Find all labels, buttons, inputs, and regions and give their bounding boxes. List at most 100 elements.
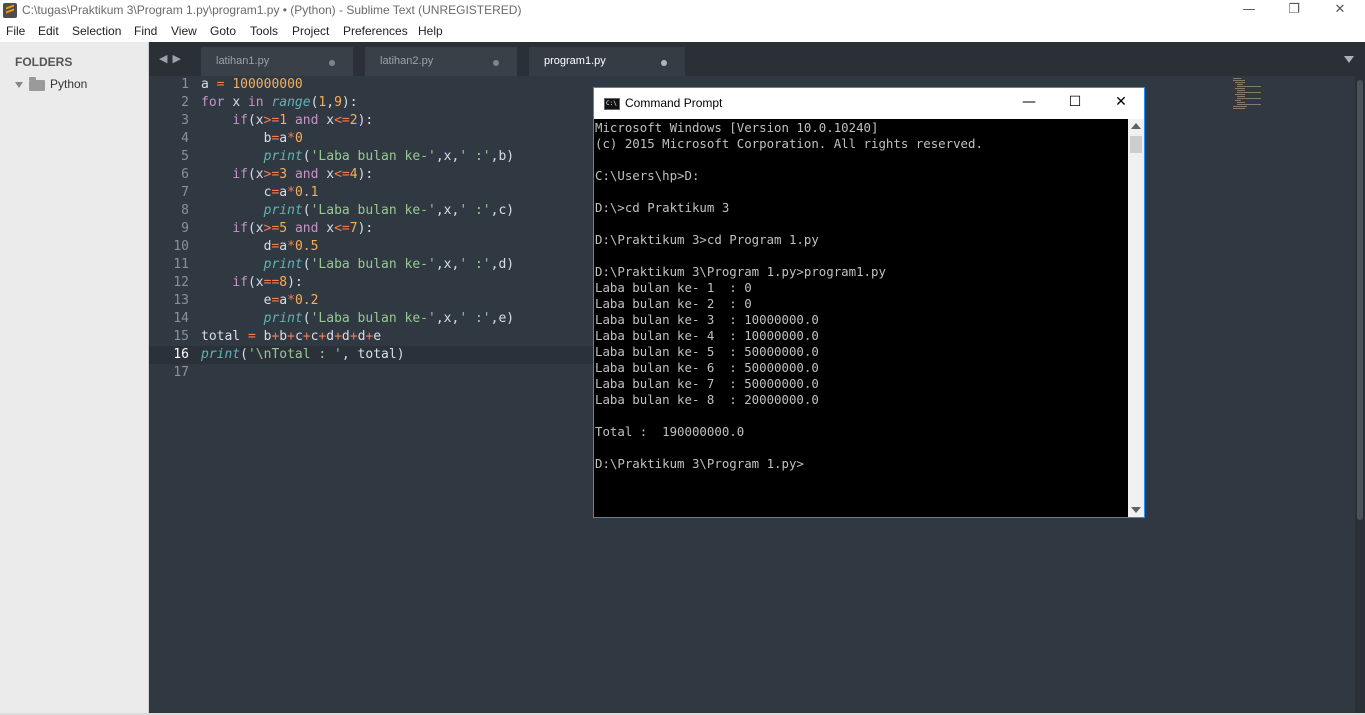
cmd-output-line: C:\Users\hp>D: [595, 168, 700, 183]
line-number: 6 [181, 167, 189, 182]
cmd-output-line: Laba bulan ke- 8 : 20000000.0 [595, 392, 819, 407]
line-number: 13 [173, 293, 189, 308]
cmd-output-line [595, 216, 1128, 232]
cmd-title: Command Prompt [625, 96, 723, 110]
unsaved-dot-icon[interactable] [493, 60, 499, 66]
line-number: 8 [181, 203, 189, 218]
cmd-output-line: Total : 190000000.0 [595, 424, 745, 439]
cmd-output-line: D:\Praktikum 3\Program 1.py> [595, 456, 804, 471]
cmd-output-line: Laba bulan ke- 6 : 50000000.0 [595, 360, 819, 375]
line-number: 11 [173, 257, 189, 272]
menu-edit[interactable]: Edit [38, 24, 59, 38]
menu-file[interactable]: File [6, 24, 25, 38]
cmd-output-line [595, 152, 1128, 168]
sidebar-folder-python[interactable]: Python [50, 77, 87, 91]
code-line[interactable]: print('Laba bulan ke-',x,' :',d) [201, 256, 514, 274]
cmd-scrollbar[interactable] [1128, 119, 1144, 517]
cmd-minimize-button[interactable]: — [1006, 88, 1052, 117]
tab-latihan1[interactable]: latihan1.py [201, 47, 353, 76]
cmd-maximize-button[interactable]: ☐ [1052, 88, 1098, 117]
menu-goto[interactable]: Goto [210, 24, 236, 38]
cmd-output-line [595, 248, 1128, 264]
cmd-output-line [595, 440, 1128, 456]
line-number: 17 [173, 365, 189, 380]
cmd-output[interactable]: Microsoft Windows [Version 10.0.10240] (c… [595, 120, 1128, 516]
editor-scrollbar-thumb[interactable] [1357, 80, 1363, 520]
minimize-button[interactable]: — [1226, 0, 1272, 22]
menu-selection[interactable]: Selection [72, 24, 121, 38]
menu-find[interactable]: Find [134, 24, 157, 38]
code-line[interactable]: e=a*0.2 [201, 292, 514, 310]
menu-help[interactable]: Help [418, 24, 443, 38]
code-line[interactable]: a = 100000000 [201, 76, 514, 94]
minimap[interactable] [1233, 78, 1273, 110]
code-area[interactable]: a = 100000000 for x in range(1,9): if(x>=… [201, 76, 514, 382]
line-number: 10 [173, 239, 189, 254]
cmd-output-line: (c) 2015 Microsoft Corporation. All righ… [595, 136, 983, 151]
menu-project[interactable]: Project [292, 24, 329, 38]
restore-button[interactable]: ❐ [1271, 0, 1317, 22]
code-line[interactable]: if(x>=1 and x<=2): [201, 112, 514, 130]
unsaved-dot-icon[interactable] [661, 60, 667, 66]
code-line[interactable]: c=a*0.1 [201, 184, 514, 202]
cmd-output-line: Laba bulan ke- 1 : 0 [595, 280, 752, 295]
line-number: 9 [181, 221, 189, 236]
code-line[interactable]: b=a*0 [201, 130, 514, 148]
code-line[interactable]: for x in range(1,9): [201, 94, 514, 112]
tab-label: program1.py [544, 55, 606, 67]
editor-scrollbar[interactable] [1355, 76, 1365, 713]
disclosure-arrow-icon[interactable] [15, 82, 23, 88]
line-number: 5 [181, 149, 189, 164]
cmd-titlebar[interactable]: C:\ Command Prompt — ☐ ✕ [594, 88, 1144, 119]
tab-latihan2[interactable]: latihan2.py [365, 47, 517, 76]
code-line[interactable]: if(x>=3 and x<=4): [201, 166, 514, 184]
line-number: 7 [181, 185, 189, 200]
code-line[interactable]: total = b+b+c+c+d+d+d+e [201, 328, 514, 346]
code-line[interactable]: print('\nTotal : ', total) [201, 346, 514, 364]
tab-program1[interactable]: program1.py [529, 47, 685, 76]
code-line[interactable] [201, 364, 514, 382]
cmd-icon: C:\ [604, 98, 620, 110]
cmd-output-line: D:\>cd Praktikum 3 [595, 200, 730, 215]
line-number: 14 [173, 311, 189, 326]
scroll-down-arrow-icon[interactable] [1131, 507, 1141, 513]
code-line[interactable]: if(x>=5 and x<=7): [201, 220, 514, 238]
window-titlebar: C:\tugas\Praktikum 3\Program 1.py\progra… [0, 0, 1365, 22]
cmd-close-button[interactable]: ✕ [1098, 88, 1144, 117]
sublime-logo-icon [3, 3, 17, 18]
code-line[interactable]: print('Laba bulan ke-',x,' :',e) [201, 310, 514, 328]
tab-label: latihan2.py [380, 55, 434, 67]
tab-nav-arrows-icon[interactable]: ◀▶ [159, 52, 186, 65]
tab-label: latihan1.py [216, 55, 270, 67]
cmd-output-line: D:\Praktikum 3\Program 1.py>program1.py [595, 264, 886, 279]
menu-preferences[interactable]: Preferences [343, 24, 408, 38]
line-number: 4 [181, 131, 189, 146]
cmd-output-line: Laba bulan ke- 5 : 50000000.0 [595, 344, 819, 359]
cmd-output-line: Laba bulan ke- 4 : 10000000.0 [595, 328, 819, 343]
cmd-output-line: Microsoft Windows [Version 10.0.10240] [595, 120, 879, 135]
cmd-output-line: D:\Praktikum 3>cd Program 1.py [595, 232, 819, 247]
cmd-scrollbar-thumb[interactable] [1130, 136, 1142, 153]
tab-menu-arrow-icon[interactable] [1344, 56, 1354, 63]
cmd-output-line: Laba bulan ke- 3 : 10000000.0 [595, 312, 819, 327]
folder-icon [29, 77, 45, 91]
sidebar: FOLDERS Python [0, 42, 149, 715]
menu-tools[interactable]: Tools [250, 24, 278, 38]
unsaved-dot-icon[interactable] [329, 60, 335, 66]
code-line[interactable]: print('Laba bulan ke-',x,' :',b) [201, 148, 514, 166]
scroll-up-arrow-icon[interactable] [1131, 123, 1141, 129]
code-line[interactable]: d=a*0.5 [201, 238, 514, 256]
close-button[interactable]: ✕ [1317, 0, 1363, 22]
line-number: 2 [181, 95, 189, 110]
line-number: 1 [181, 77, 189, 92]
code-line[interactable]: print('Laba bulan ke-',x,' :',c) [201, 202, 514, 220]
cmd-output-line: Laba bulan ke- 2 : 0 [595, 296, 752, 311]
cmd-output-line [595, 184, 1128, 200]
line-number: 12 [173, 275, 189, 290]
window-title: C:\tugas\Praktikum 3\Program 1.py\progra… [22, 3, 522, 17]
line-number: 16 [173, 347, 189, 362]
menu-bar: File Edit Selection Find View Goto Tools… [0, 22, 1365, 42]
code-line[interactable]: if(x==8): [201, 274, 514, 292]
menu-view[interactable]: View [171, 24, 197, 38]
command-prompt-window[interactable]: C:\ Command Prompt — ☐ ✕ Microsoft Windo… [593, 87, 1145, 518]
